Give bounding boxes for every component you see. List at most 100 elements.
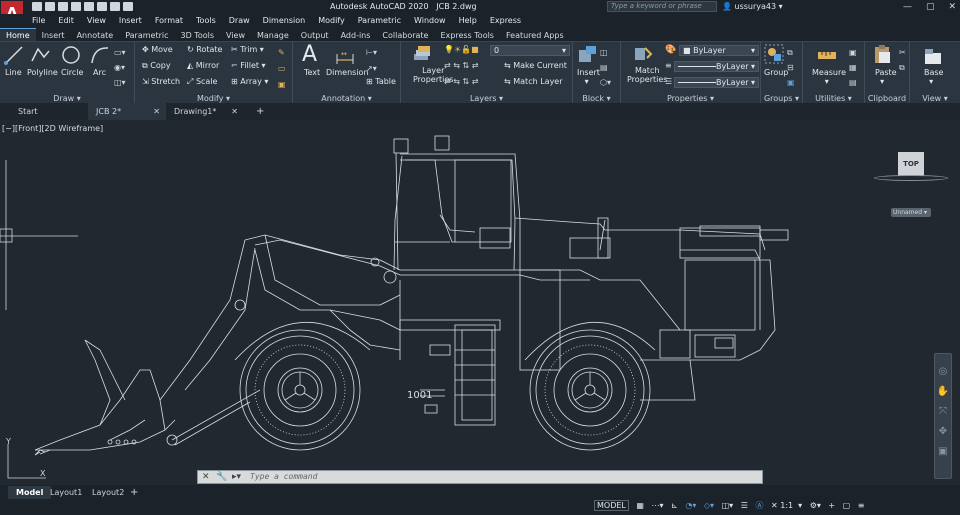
snap-icon[interactable]: ⋯▾	[652, 501, 664, 510]
stretch-button[interactable]: ⇲ Stretch	[142, 77, 180, 86]
customize-icon[interactable]: 🔧	[216, 472, 227, 482]
match-properties-icon[interactable]	[633, 44, 653, 64]
trim-button[interactable]: ✂ Trim ▾	[231, 45, 264, 54]
redo-icon[interactable]	[123, 2, 133, 11]
lineweight-icon[interactable]: ☰	[665, 77, 672, 86]
menu-express[interactable]: Express	[490, 16, 521, 25]
save-icon[interactable]	[58, 2, 68, 11]
nav-tools-icons[interactable]: ◎ ✋ ⤧ ✥ ▣	[935, 362, 951, 462]
menu-file[interactable]: File	[32, 16, 45, 25]
search-input[interactable]: Type a keyword or phrase	[607, 1, 717, 12]
clipboard-small-icons[interactable]: ✂ ⧉	[899, 45, 906, 75]
layer-tools-row1[interactable]: ⇄ ⇆ ⇅ ⇄	[444, 61, 478, 70]
menu-draw[interactable]: Draw	[229, 16, 250, 25]
new-icon[interactable]	[32, 2, 42, 11]
close-icon[interactable]: ✕	[948, 2, 956, 12]
lineweight-dropdown[interactable]: ByLayer ▾	[674, 77, 759, 88]
close-tab-icon[interactable]: ✕	[231, 103, 238, 120]
line-icon[interactable]	[4, 45, 24, 65]
recent-commands-icon[interactable]: ▸▾	[232, 472, 241, 482]
utilities-small-icons[interactable]: ▣ ▦ ▤	[849, 45, 857, 90]
menu-modify[interactable]: Modify	[318, 16, 345, 25]
ribbon-tab-home[interactable]: Home	[0, 28, 36, 41]
paste-icon[interactable]	[872, 44, 892, 64]
menu-format[interactable]: Format	[155, 16, 183, 25]
drawing-canvas[interactable]: [−][Front][2D Wireframe] TOP Unnamed ▾ ◎…	[0, 120, 960, 487]
clean-screen-icon[interactable]: ▢	[843, 501, 851, 510]
measure-icon[interactable]	[817, 45, 837, 65]
polar-icon[interactable]: ◔▾	[685, 501, 696, 510]
close-tab-icon[interactable]: ✕	[153, 103, 160, 120]
arc-icon[interactable]	[90, 45, 110, 65]
annotation-small-icons[interactable]: ⊢▾ ↗▾	[366, 45, 377, 77]
block-small-icons[interactable]: ◫ ▤ ⬡▾	[600, 45, 611, 90]
table-button[interactable]: ⊞ Table	[366, 77, 396, 86]
lineweight-toggle-icon[interactable]: ☰	[741, 501, 748, 510]
menu-insert[interactable]: Insert	[119, 16, 142, 25]
measure-button[interactable]: Measure ▾	[812, 68, 846, 86]
paste-button[interactable]: Paste ▾	[875, 68, 897, 86]
group-icon[interactable]	[764, 44, 784, 64]
polyline-icon[interactable]	[30, 45, 50, 65]
plus-icon[interactable]: +	[828, 501, 835, 510]
circle-button[interactable]: Circle	[61, 68, 83, 77]
layer-properties-icon[interactable]	[412, 44, 432, 64]
color-dropdown[interactable]: ■ ByLayer ▾	[679, 45, 759, 56]
linetype-dropdown[interactable]: ByLayer ▾	[674, 61, 759, 72]
group-small-icons[interactable]: ⧉ ⊟ ▣	[787, 45, 795, 90]
group-button[interactable]: Group	[764, 68, 788, 77]
dimension-icon[interactable]: ↔	[335, 46, 355, 66]
make-current-button[interactable]: ⇆ Make Current	[504, 61, 567, 70]
customization-icon[interactable]: ≡	[858, 501, 865, 510]
line-button[interactable]: Line	[5, 68, 22, 77]
match-layer-button[interactable]: ⇆ Match Layer	[504, 77, 563, 86]
add-layout-icon[interactable]: +	[122, 486, 146, 499]
menu-dimension[interactable]: Dimension	[263, 16, 306, 25]
text-button[interactable]: Text	[304, 68, 320, 77]
minimize-icon[interactable]: —	[903, 2, 912, 12]
dimension-button[interactable]: Dimension	[326, 68, 369, 77]
scale-button[interactable]: ⤢ Scale	[187, 77, 217, 87]
array-button[interactable]: ⊞ Array ▾	[231, 77, 268, 86]
menu-edit[interactable]: Edit	[58, 16, 74, 25]
isodraft-icon[interactable]: ◇▾	[704, 501, 714, 510]
ortho-icon[interactable]: ⊾	[671, 501, 678, 510]
color-wheel-icon[interactable]: 🎨	[665, 45, 676, 55]
layer-dropdown[interactable]: 0 ▾	[490, 45, 570, 56]
menu-help[interactable]: Help	[459, 16, 477, 25]
doc-tab-jcb2[interactable]: JCB 2* ✕	[88, 103, 166, 120]
annotation-scale[interactable]: ✕ 1:1 ▾	[771, 501, 802, 510]
copy-button[interactable]: ⧉ Copy	[142, 61, 171, 71]
menu-view[interactable]: View	[87, 16, 106, 25]
draw-more-icons[interactable]: ▭▾ ◉▾ ◫▾	[114, 45, 126, 90]
undo-icon[interactable]	[110, 2, 120, 11]
move-button[interactable]: ✥ Move	[142, 45, 173, 54]
text-icon[interactable]: A	[302, 42, 317, 67]
polyline-button[interactable]: Polyline	[27, 68, 58, 77]
rotate-button[interactable]: ↻ Rotate	[187, 45, 222, 54]
arc-button[interactable]: Arc	[93, 68, 106, 77]
annotation-visibility-icon[interactable]: Ⓐ	[755, 500, 763, 511]
maximize-icon[interactable]: ▢	[926, 2, 935, 12]
new-tab-icon[interactable]: +	[248, 103, 272, 120]
close-command-icon[interactable]: ✕	[202, 472, 210, 482]
base-view-icon[interactable]	[923, 45, 943, 65]
circle-icon[interactable]	[61, 45, 81, 65]
menu-tools[interactable]: Tools	[196, 16, 216, 25]
menu-parametric[interactable]: Parametric	[358, 16, 401, 25]
plot-icon[interactable]	[97, 2, 107, 11]
insert-button[interactable]: Insert ▾	[577, 68, 600, 86]
model-space-button[interactable]: MODEL	[594, 500, 629, 511]
open-icon[interactable]	[45, 2, 55, 11]
menu-window[interactable]: Window	[414, 16, 446, 25]
web-icon[interactable]	[84, 2, 94, 11]
mirror-button[interactable]: ◭ Mirror	[187, 61, 219, 70]
linetype-icon[interactable]: ≡	[665, 61, 672, 70]
modify-extra-icons[interactable]: ✎ ▭ ▣	[278, 45, 286, 93]
user-account[interactable]: 👤 ussurya43 ▾	[722, 2, 783, 11]
doc-tab-drawing1[interactable]: Drawing1* ✕	[166, 103, 244, 120]
layer-state-icons[interactable]: 💡☀🔓■	[444, 45, 479, 54]
osnap-icon[interactable]: ◫▾	[722, 501, 734, 510]
insert-block-icon[interactable]	[577, 44, 597, 64]
grid-icon[interactable]: ▦	[636, 501, 644, 510]
